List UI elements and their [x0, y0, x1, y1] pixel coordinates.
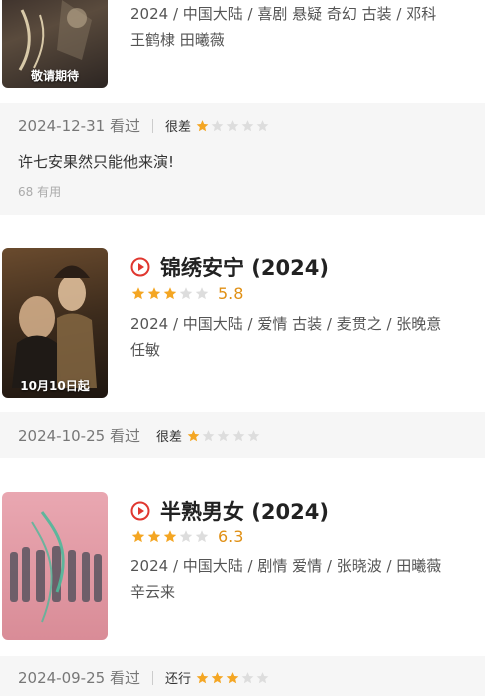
divider: [151, 118, 153, 133]
rating-stars: [130, 286, 210, 301]
review-card: 2024-12-31 看过 很差 许七安果然只能他来演! 68 有用: [0, 103, 485, 215]
review-card: 2024-09-25 看过 还行: [0, 656, 485, 696]
star-empty-icon: [256, 671, 269, 683]
divider: [151, 670, 153, 685]
star-empty-icon: [202, 429, 215, 441]
star-filled-icon: [131, 287, 145, 300]
star-filled-icon: [147, 530, 161, 543]
review-date: 2024-10-25 看过: [18, 427, 140, 445]
rating-stars: [130, 529, 210, 544]
rating-score: 5.8: [218, 284, 244, 303]
movie-meta: 2024 / 中国大陆 / 爱情 古装 / 麦贯之 / 张晚意: [130, 315, 442, 333]
review-comment: 许七安果然只能他来演!: [18, 153, 175, 171]
star-filled-icon: [163, 530, 177, 543]
star-empty-icon: [241, 671, 254, 683]
movie-title[interactable]: 半熟男女 (2024): [160, 496, 329, 526]
review-verdict: 很差: [155, 430, 182, 445]
movie-title[interactable]: 锦绣安宁 (2024): [160, 252, 329, 282]
star-empty-icon: [195, 287, 209, 300]
review-stars: [186, 429, 261, 443]
star-filled-icon: [226, 671, 239, 683]
rating-score: 6.3: [218, 527, 244, 546]
star-filled-icon: [187, 429, 200, 441]
star-empty-icon: [232, 429, 245, 441]
review-date: 2024-12-31 看过: [18, 117, 140, 135]
review-verdict: 还行: [164, 672, 191, 687]
review-card: 2024-10-25 看过 很差: [0, 412, 485, 458]
star-filled-icon: [163, 287, 177, 300]
star-empty-icon: [226, 119, 239, 131]
star-empty-icon: [217, 429, 230, 441]
poster-caption: 敬请期待: [30, 69, 79, 83]
star-empty-icon: [179, 530, 193, 543]
star-filled-icon: [131, 530, 145, 543]
star-empty-icon: [247, 429, 260, 441]
poster-image[interactable]: 敬请期待: [2, 0, 108, 88]
movie-cast: 王鹤棣 田曦薇: [130, 31, 225, 49]
movie-meta: 2024 / 中国大陆 / 喜剧 悬疑 奇幻 古装 / 邓科: [130, 5, 437, 23]
star-empty-icon: [256, 119, 269, 131]
review-date: 2024-09-25 看过: [18, 669, 140, 687]
review-verdict: 很差: [164, 120, 191, 135]
star-empty-icon: [211, 119, 224, 131]
star-empty-icon: [241, 119, 254, 131]
movie-cast: 辛云来: [130, 583, 176, 601]
star-empty-icon: [195, 530, 209, 543]
poster-caption: 10月10日起: [20, 379, 90, 393]
poster-artwork: [12, 265, 97, 388]
poster-image[interactable]: 10月10日起: [2, 248, 108, 398]
play-icon[interactable]: [130, 257, 150, 277]
useful-count[interactable]: 68 有用: [18, 183, 61, 200]
star-filled-icon: [196, 119, 209, 131]
star-empty-icon: [179, 287, 193, 300]
play-icon[interactable]: [130, 501, 150, 521]
star-filled-icon: [211, 671, 224, 683]
poster-image[interactable]: [2, 492, 108, 640]
review-stars: [195, 119, 270, 133]
poster-artwork: [10, 511, 102, 623]
star-filled-icon: [147, 287, 161, 300]
movie-cast: 任敏: [130, 341, 161, 359]
movie-meta: 2024 / 中国大陆 / 剧情 爱情 / 张晓波 / 田曦薇: [130, 557, 442, 575]
review-stars: [195, 671, 270, 685]
star-filled-icon: [196, 671, 209, 683]
